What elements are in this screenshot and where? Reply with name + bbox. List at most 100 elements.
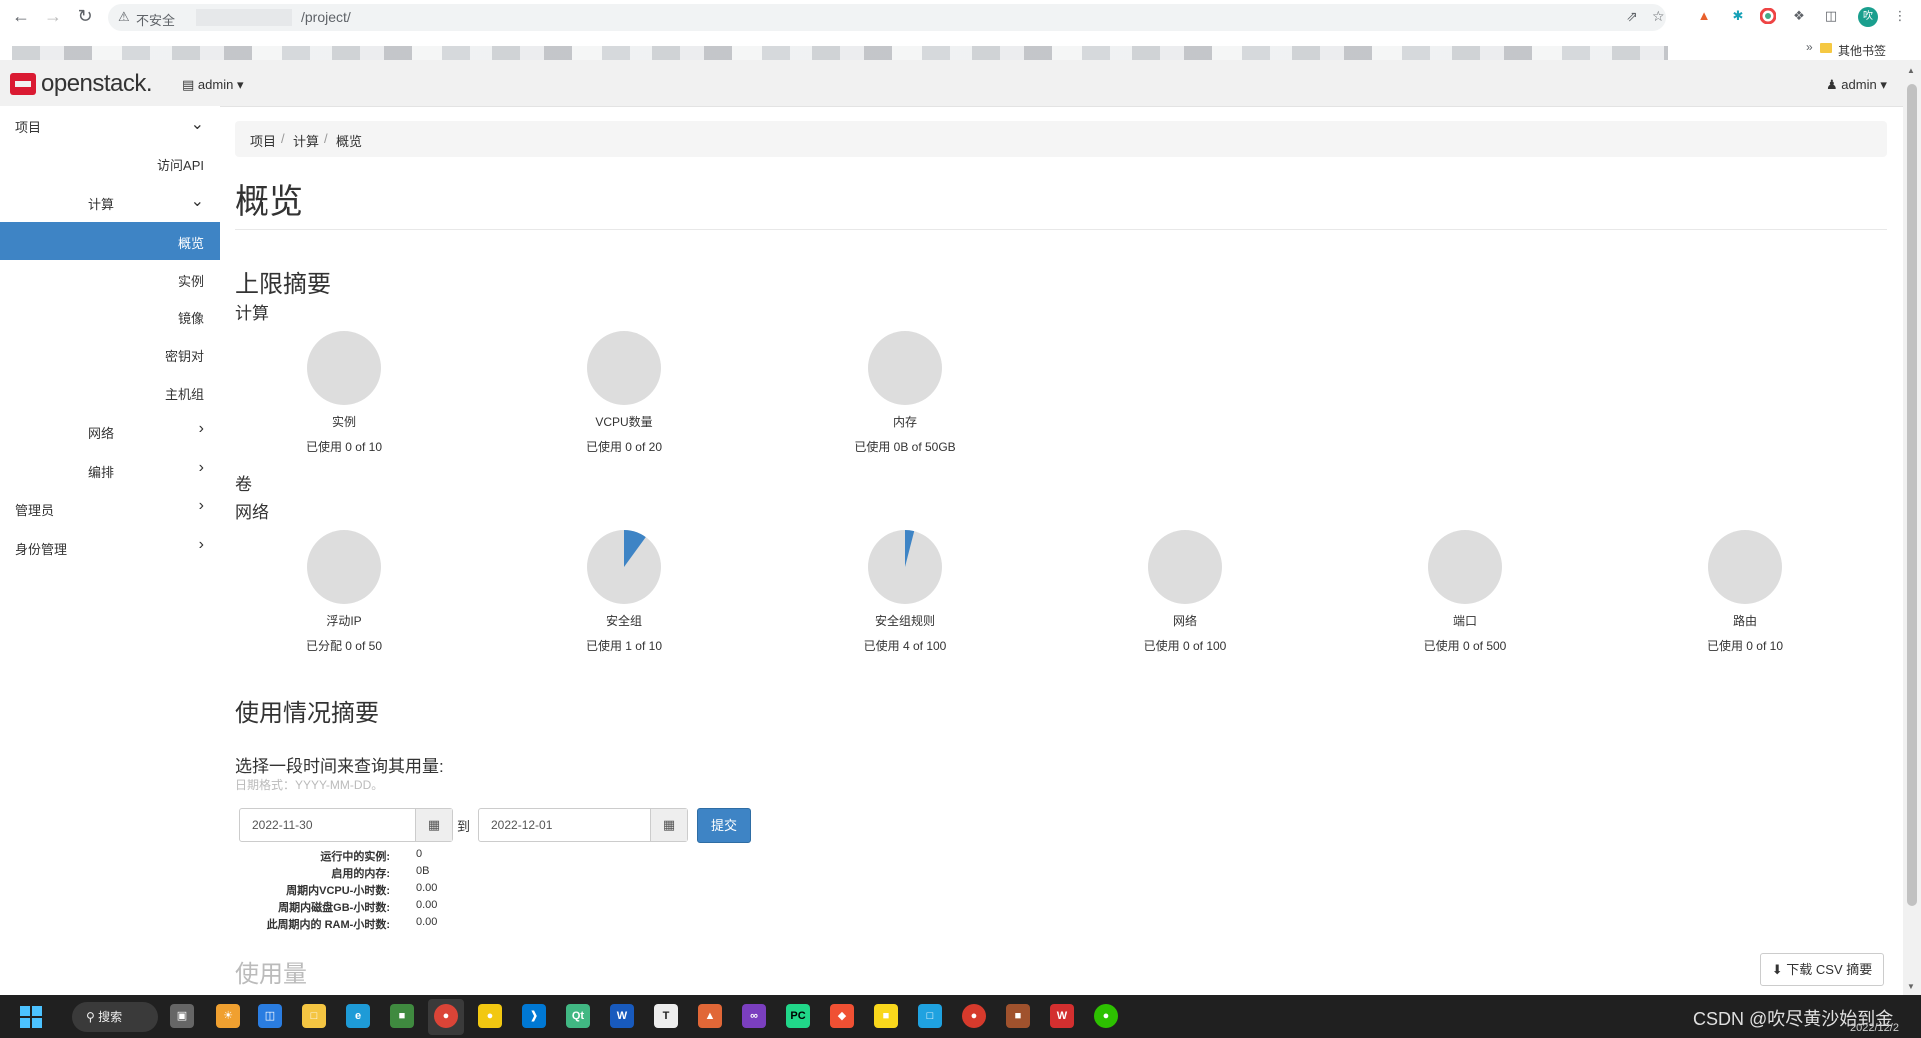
quota-name: 网络 [1172,614,1197,628]
quota-pie-security-groups: 安全组 已使用 1 of 10 [539,530,709,654]
sidebar-item-server-groups[interactable]: 主机组 [0,373,220,411]
pie-chart [1428,530,1502,604]
network-heading: 网络 [235,503,269,522]
date-format-hint: 日期格式：YYYY-MM-DD。 [235,778,384,792]
qt-icon[interactable]: Qt [566,1004,590,1028]
app-icon[interactable]: ● [478,1004,502,1028]
wps-icon[interactable]: W [1050,1004,1074,1028]
sidebar-item-label: 访问API [157,158,204,173]
download-icon: ⬇ [1771,962,1783,977]
pie-chart [307,530,381,604]
logo-text[interactable]: openstack. [41,70,153,98]
openstack-logo-icon[interactable] [10,73,36,95]
sidebar-item-instances[interactable]: 实例 [0,260,220,298]
sidebar-item-images[interactable]: 镜像 [0,297,220,335]
pie-background [307,530,381,604]
quota-pie-memory: 内存 已使用 0B of 50GB [820,331,990,455]
quota-name: 路由 [1732,614,1757,628]
folder-icon [1820,43,1832,53]
scroll-thumb[interactable] [1907,84,1917,906]
project-icon: ▤ [182,77,195,92]
app-icon[interactable]: ● [962,1004,986,1028]
weather-icon[interactable]: ☀ [216,1004,240,1028]
sidebar-item-api-access[interactable]: 访问API [0,144,220,182]
forward-icon[interactable]: → [42,5,64,27]
word-icon[interactable]: W [610,1004,634,1028]
git-icon[interactable]: ◆ [830,1004,854,1028]
matlab-icon[interactable]: ▲ [698,1004,722,1028]
quota-usage: 已使用 1 of 10 [585,639,663,653]
volume-heading: 卷 [235,475,252,494]
stat-label: 运行中的实例: [320,851,390,863]
url-host-redacted [196,9,292,26]
menu-icon[interactable]: ⋮ [1892,8,1908,24]
download-csv-button[interactable]: ⬇ 下载 CSV 摘要 [1760,953,1884,986]
profile-avatar[interactable]: 吹 [1858,7,1878,27]
pie-chart [587,331,661,405]
sidebar-item-label: 身份管理 [15,542,68,557]
file-explorer-icon[interactable]: □ [302,1004,326,1028]
taskbar-search[interactable]: ⚲ 搜索 [72,1002,158,1032]
pie-background [587,331,661,405]
quota-name: VCPU数量 [595,415,653,429]
sidebar-item-network[interactable]: 网络 › [0,412,220,450]
user-menu[interactable]: ♟ admin ▾ [1826,77,1887,93]
puzzle-icon[interactable]: ❖ [1791,8,1807,24]
visual-studio-icon[interactable]: ∞ [742,1004,766,1028]
back-icon[interactable]: ← [10,5,32,27]
scroll-up-icon[interactable]: ▲ [1907,66,1915,75]
extension-icon[interactable] [1759,7,1777,25]
sidebar-item-overview[interactable]: 概览 [0,222,220,260]
stat-label: 周期内磁盘GB-小时数: [278,902,390,914]
other-bookmarks[interactable]: 其他书签 [1838,42,1886,59]
breadcrumb-item[interactable]: 项目 [250,131,276,150]
address-bar[interactable]: ⚠ 不安全 /project/ ⇗ ☆ [108,4,1666,31]
bookmarks-overflow-icon[interactable]: » [1806,40,1813,54]
vscode-icon[interactable]: ❱ [522,1004,546,1028]
reload-icon[interactable]: ↻ [74,5,96,27]
sticky-notes-icon[interactable]: ■ [874,1004,898,1028]
user-icon: ♟ [1826,77,1838,92]
breadcrumb-item: 概览 [336,134,363,149]
task-view-icon[interactable]: ▣ [170,1004,194,1028]
project-selector[interactable]: ▤ admin ▾ [182,77,244,93]
windows-start-icon[interactable] [20,1006,42,1028]
edge-icon[interactable]: e [346,1004,370,1028]
sidepanel-icon[interactable]: ◫ [1823,8,1839,24]
wechat-icon[interactable]: ● [1094,1004,1118,1028]
bookmark-star-icon[interactable]: ☆ [1652,8,1665,25]
chrome-icon[interactable]: ● [434,1004,458,1028]
pycharm-icon[interactable]: PC [786,1004,810,1028]
end-date-input[interactable]: 2022-12-01 ▦ [478,808,688,842]
sidebar-item-admin[interactable]: 管理员 › [0,489,220,527]
chevron-right-icon: › [198,420,204,437]
app-icon[interactable]: ■ [390,1004,414,1028]
sidebar-item-compute[interactable]: 计算 ⌄ [0,183,220,221]
calendar-icon[interactable]: ▦ [415,809,452,841]
quota-usage: 已使用 0 of 20 [585,440,663,454]
typora-icon[interactable]: T [654,1004,678,1028]
app-icon[interactable]: ■ [1006,1004,1030,1028]
calendar-icon[interactable]: ▦ [650,809,687,841]
page-title: 概览 [235,183,303,221]
sidebar-item-project[interactable]: 项目 ⌄ [0,106,220,144]
sidebar-item-orchestration[interactable]: 编排 › [0,451,220,489]
breadcrumb-item[interactable]: 计算 [293,131,319,150]
quota-name: 安全组规则 [874,614,935,628]
store-icon[interactable]: ◫ [258,1004,282,1028]
sidebar-item-keypairs[interactable]: 密钥对 [0,335,220,373]
share-icon[interactable]: ⇗ [1626,8,1638,25]
quota-pie-networks: 网络 已使用 0 of 100 [1100,530,1270,654]
page-scrollbar[interactable]: ▲ ▼ [1903,60,1921,995]
pie-background [1428,530,1502,604]
quota-name: 实例 [331,415,356,429]
submit-button[interactable]: 提交 [697,808,751,843]
url-text: /project/ [301,9,351,25]
app-icon[interactable]: □ [918,1004,942,1028]
extension-icon[interactable]: ✱ [1730,8,1746,24]
sidebar-item-identity[interactable]: 身份管理 › [0,528,220,566]
extension-icon[interactable]: ▲ [1696,8,1712,24]
stat-value: 0.00 [416,882,438,894]
start-date-input[interactable]: 2022-11-30 ▦ [239,808,453,842]
scroll-down-icon[interactable]: ▼ [1907,982,1915,991]
